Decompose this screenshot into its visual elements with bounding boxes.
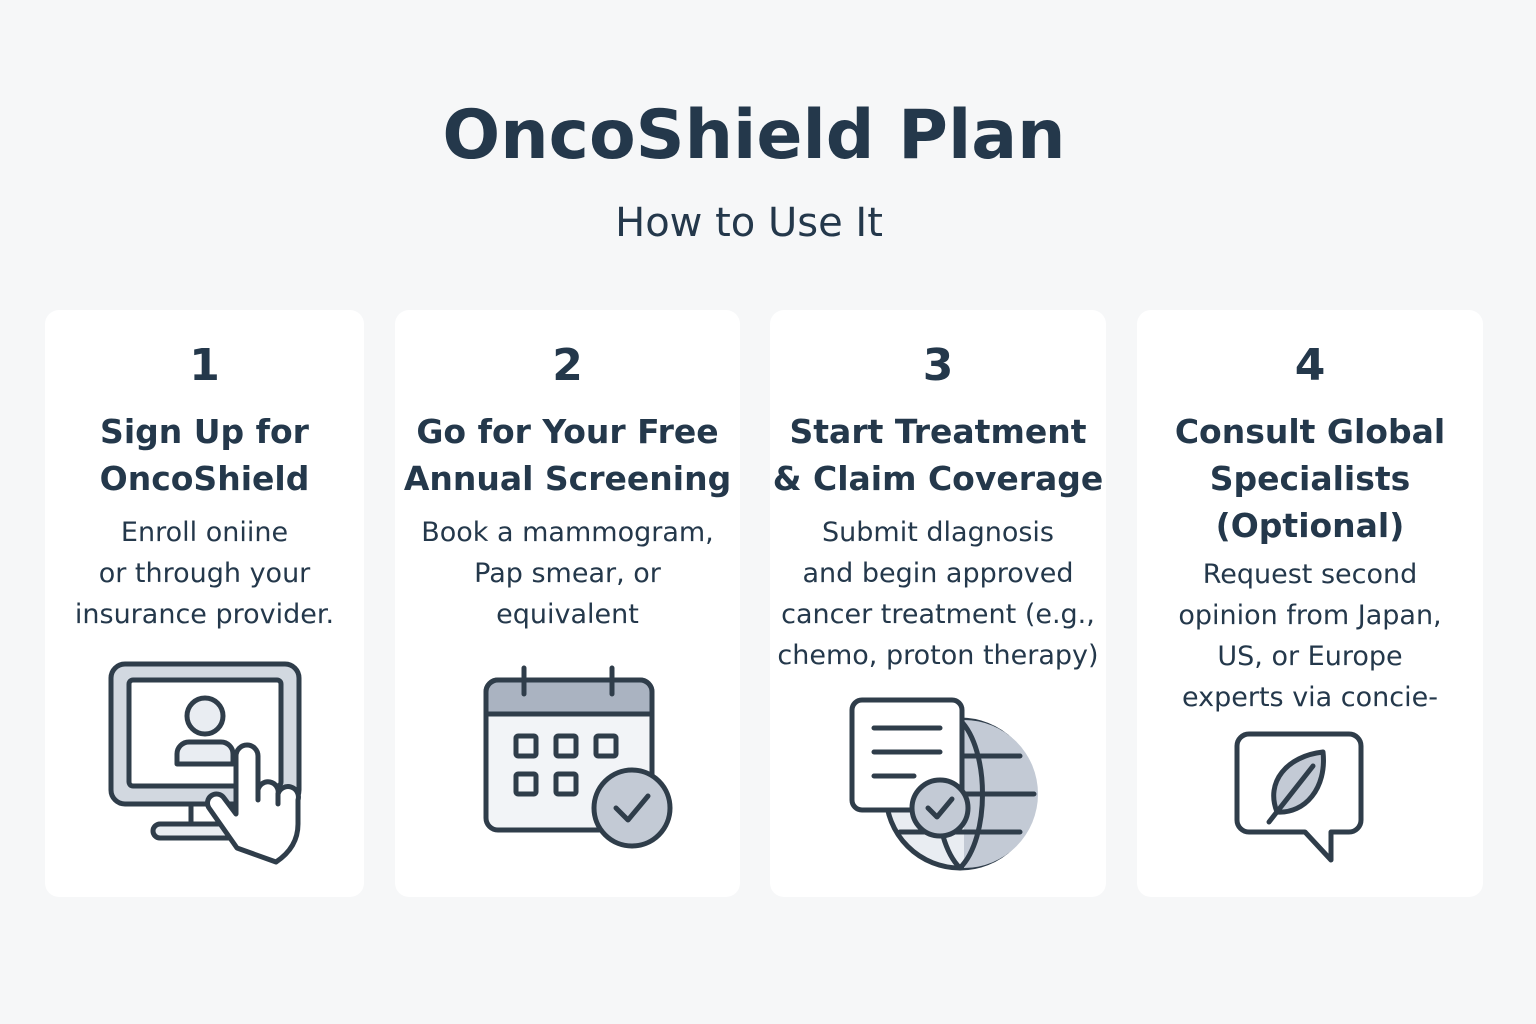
step-number: 2 (552, 340, 583, 391)
document-globe-check-icon (849, 697, 1038, 871)
page-title: OncoShield Plan (442, 96, 1066, 175)
step-heading: Sign Up for OncoShield (99, 412, 310, 498)
step-card-4: 4 Consult Global Specialists (Optional) … (1137, 310, 1483, 897)
step-number: 3 (922, 340, 954, 391)
step-description: Book a mammogram, Pap smear, or equivale… (421, 517, 714, 630)
step-description: Request second opinion from Japan, US, o… (1178, 559, 1442, 713)
step-card-2: 2 Go for Your Free Annual Screening Book… (395, 310, 740, 897)
page-subtitle: How to Use It (615, 200, 883, 246)
step-card-1: 1 Sign Up for OncoShield Enroll oniine o… (45, 310, 364, 897)
computer-click-icon (108, 661, 302, 865)
step-heading: Go for Your Free Annual Screening (403, 412, 732, 498)
chat-leaf-icon (1234, 731, 1364, 863)
step-card-3: 3 Start Treatment & Claim Coverage Submi… (770, 310, 1106, 897)
step-number: 4 (1294, 340, 1326, 391)
page: OncoShield Plan How to Use It 1 Sign Up … (0, 0, 1536, 1024)
step-description: Enroll oniine or through your insurance … (74, 517, 335, 630)
step-heading: Consult Global Specialists (Optional) (1174, 412, 1446, 545)
step-number: 1 (189, 340, 220, 391)
calendar-check-icon (483, 665, 673, 849)
step-description: Submit dlagnosis and begin approved canc… (777, 517, 1099, 671)
step-heading: Start Treatment & Claim Coverage (772, 412, 1104, 498)
